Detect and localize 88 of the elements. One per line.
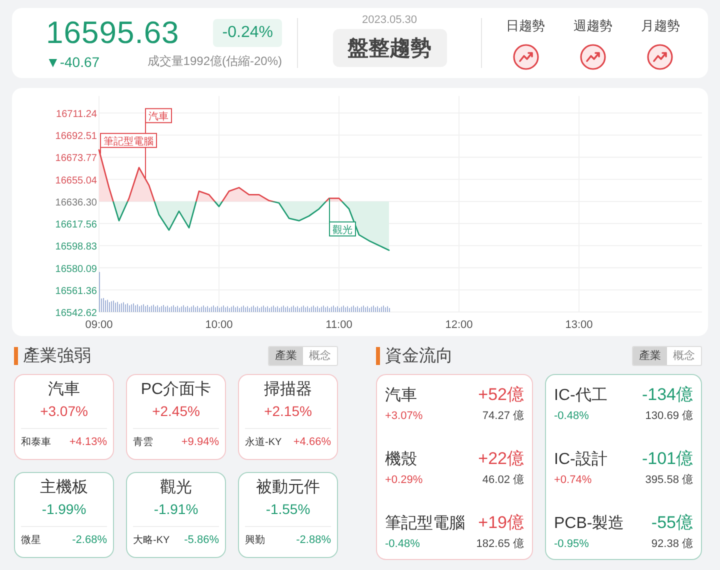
industry-card[interactable]: 被動元件 -1.55% 興勤 -2.88%: [238, 472, 338, 558]
industry-name: 筆記型電腦: [385, 514, 465, 534]
change-percent: +0.29%: [385, 474, 423, 486]
y-axis-label: 16673.77: [55, 153, 97, 164]
industry-name: 汽車: [48, 380, 80, 400]
y-axis-label: 16692.51: [55, 131, 97, 142]
y-axis-label: 16617.56: [55, 220, 97, 231]
annotation: 筆記型電腦: [104, 135, 154, 148]
trade-volume: 395.58 億: [645, 472, 693, 487]
stock-change: +9.94%: [181, 436, 219, 448]
stock-name: 興勤: [245, 534, 265, 547]
net-flow: -101億: [642, 448, 693, 470]
industry-name: IC-代工: [554, 386, 608, 406]
x-axis-label: 12:00: [445, 319, 473, 331]
stock-change: +4.13%: [69, 436, 107, 448]
index-value: 16595.63: [46, 16, 180, 50]
stock-change: +4.66%: [293, 436, 331, 448]
net-flow: -134億: [642, 384, 693, 406]
industry-name: 被動元件: [256, 478, 320, 498]
change-percent: +2.45%: [152, 402, 200, 420]
x-axis-label: 13:00: [565, 319, 593, 331]
stock-change: -2.88%: [296, 534, 331, 546]
industry-card[interactable]: 掃描器 +2.15% 永道-KY +4.66%: [238, 374, 338, 460]
change-percent: +3.07%: [40, 402, 88, 420]
change-percent: +2.15%: [264, 402, 312, 420]
industry-name: 汽車: [385, 386, 417, 406]
net-flow: +52億: [478, 384, 524, 406]
trade-volume: 182.65 億: [476, 536, 524, 551]
change-percent: -1.55%: [266, 500, 310, 518]
change-percent: -0.95%: [554, 538, 589, 550]
stock-name: 和泰車: [21, 436, 51, 449]
y-axis-label: 16598.83: [55, 242, 97, 253]
change-percent: -0.48%: [554, 410, 589, 422]
tab[interactable]: 產業: [633, 347, 667, 365]
trade-volume: 130.69 億: [645, 408, 693, 423]
stock-change: -5.86%: [184, 534, 219, 546]
annotation-tag: 觀光: [329, 198, 356, 236]
industry-name: 主機板: [40, 478, 88, 498]
y-axis-label: 16580.09: [55, 264, 97, 275]
annotation: 汽車: [148, 110, 168, 123]
trend-label: 週趨勢: [573, 17, 612, 35]
industry-name: IC-設計: [554, 450, 608, 470]
trade-volume: 74.27 億: [482, 408, 524, 423]
net-flow: +19億: [478, 512, 524, 534]
tab[interactable]: 概念: [303, 347, 337, 365]
change-percent: +0.74%: [554, 474, 592, 486]
industry-card[interactable]: 觀光 -1.91% 大略-KY -5.86%: [126, 472, 226, 558]
industry-card[interactable]: 汽車 +3.07% 和泰車 +4.13%: [14, 374, 114, 460]
section-title: 產業強弱: [14, 347, 91, 365]
y-axis-label: 16655.04: [55, 175, 97, 186]
y-axis-label: 16542.62: [55, 308, 97, 319]
y-axis-label: 16561.36: [55, 286, 97, 297]
trade-volume: 92.38 億: [651, 536, 693, 551]
trend-label: 日趨勢: [506, 17, 546, 35]
industry-name: PCB-製造: [554, 514, 624, 534]
industry-name: 掃描器: [264, 380, 312, 400]
stock-name: 青雲: [133, 436, 153, 449]
stock-name: 永道-KY: [245, 436, 282, 449]
section-title: 資金流向: [376, 347, 453, 365]
trend-label: 月趨勢: [640, 17, 680, 35]
volume-text: 成交量1992億(估縮-20%): [147, 53, 282, 70]
industry-card[interactable]: 主機板 -1.99% 微星 -2.68%: [14, 472, 114, 558]
change-percent: -0.48%: [385, 538, 420, 550]
y-axis-label: 16711.24: [56, 109, 97, 120]
stock-change: -2.68%: [72, 534, 107, 546]
y-axis-label: 16636.30: [55, 197, 97, 208]
net-flow: -55億: [651, 512, 693, 534]
annotation: 觀光: [332, 224, 352, 236]
change-percent: -1.99%: [42, 500, 86, 518]
net-flow: +22億: [478, 448, 524, 470]
trade-volume: 46.02 億: [482, 472, 524, 487]
x-axis-label: 09:00: [85, 319, 113, 331]
stock-name: 大略-KY: [133, 534, 170, 547]
industry-name: 機殼: [385, 450, 417, 470]
industry-name: 觀光: [160, 478, 192, 498]
tab[interactable]: 概念: [667, 347, 701, 365]
tab[interactable]: 產業: [269, 347, 303, 365]
change-percent: +3.07%: [385, 410, 423, 422]
change-percent-badge: -0.24%: [213, 19, 282, 47]
industry-name: PC介面卡: [140, 380, 212, 400]
market-state-label: 盤整趨勢: [332, 29, 446, 67]
change-percent: -1.91%: [154, 500, 198, 518]
industry-card[interactable]: PC介面卡 +2.45% 青雲 +9.94%: [126, 374, 226, 460]
change-points: ▼-40.67: [46, 54, 100, 70]
x-axis-label: 11:00: [326, 319, 352, 331]
x-axis-label: 10:00: [205, 319, 233, 331]
date-text: 2023.05.30: [362, 14, 418, 26]
stock-name: 微星: [21, 534, 41, 547]
